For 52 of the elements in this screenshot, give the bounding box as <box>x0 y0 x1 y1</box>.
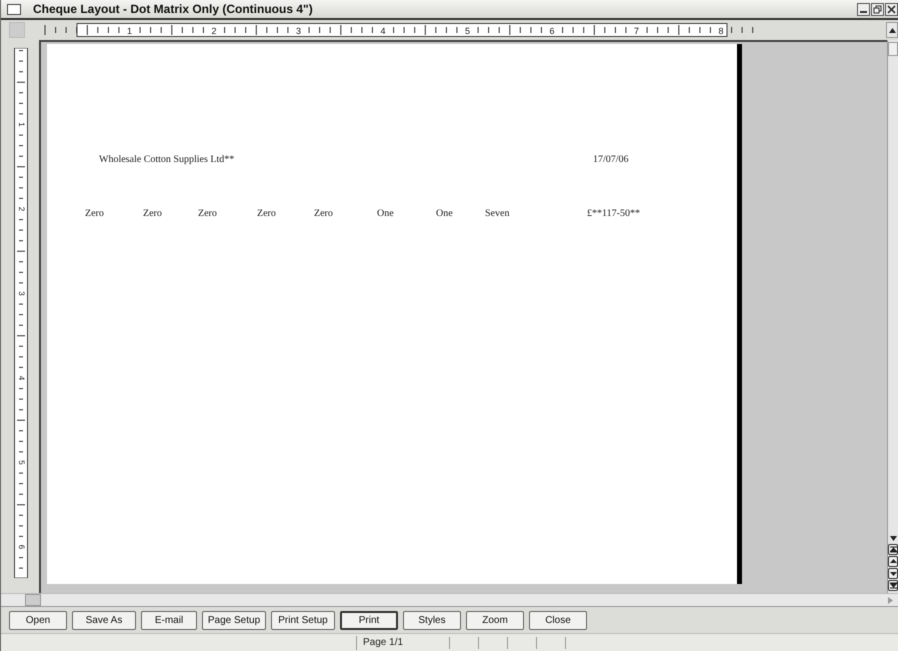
minimize-button[interactable] <box>857 2 870 16</box>
amount-word: One <box>377 208 394 219</box>
toolbar-button[interactable]: Zoom <box>466 610 524 630</box>
amount-text: £**117-50** <box>587 208 640 219</box>
ruler-number: 5 <box>16 460 26 465</box>
toolbar-button[interactable]: Open <box>9 610 67 630</box>
page-indicator: Page 1/1 <box>362 637 404 648</box>
amount-word: One <box>436 208 453 219</box>
ruler-number: 1 <box>16 122 26 127</box>
toolbar-button[interactable]: Styles <box>403 610 461 630</box>
ruler-number: 6 <box>550 26 554 36</box>
scroll-up-button[interactable] <box>886 22 898 38</box>
amount-word: Zero <box>143 208 162 219</box>
ruler-number: 3 <box>16 291 26 296</box>
amount-word: Zero <box>85 208 104 219</box>
scroll-thumb[interactable] <box>888 42 898 56</box>
toolbar-button[interactable]: Save As <box>72 610 136 630</box>
amount-word: Zero <box>198 208 217 219</box>
toolbar-button[interactable]: Print <box>340 610 398 630</box>
ruler-number: 2 <box>212 26 216 36</box>
restore-icon <box>873 4 882 14</box>
arrow-up-icon <box>888 28 896 32</box>
previous-page-icon[interactable] <box>888 556 898 567</box>
ruler-number: 1 <box>127 26 132 36</box>
toolbar-button[interactable]: E-mail <box>141 610 197 630</box>
payee-text: Wholesale Cotton Supplies Ltd** <box>99 154 234 165</box>
toolbar-button[interactable]: Close <box>529 610 587 630</box>
date-text: 17/07/06 <box>593 154 629 165</box>
amount-word: Seven <box>485 208 510 219</box>
scroll-down-icon[interactable] <box>888 536 898 543</box>
last-page-icon[interactable] <box>888 580 898 591</box>
close-button[interactable] <box>885 2 898 16</box>
ruler-number: 7 <box>634 26 639 36</box>
toolbar-button[interactable]: Print Setup <box>271 610 335 630</box>
next-page-icon[interactable] <box>888 568 898 579</box>
amount-word: Zero <box>314 208 333 219</box>
ruler-number: 3 <box>296 26 301 36</box>
ruler-number: 4 <box>16 376 26 380</box>
amount-word: Zero <box>257 208 276 219</box>
minimize-icon <box>860 10 867 12</box>
toolbar-button[interactable]: Page Setup <box>202 610 266 630</box>
ruler-number: 6 <box>16 544 26 550</box>
window-icon <box>7 4 21 14</box>
ruler-number: 2 <box>16 206 26 212</box>
window-title: Cheque Layout - Dot Matrix Only (Continuous 4") <box>33 2 314 16</box>
first-page-icon[interactable] <box>888 544 898 555</box>
close-icon <box>887 4 896 14</box>
ruler-number: 8 <box>718 26 724 36</box>
restore-button[interactable] <box>871 2 884 16</box>
ruler-corner <box>9 22 25 38</box>
ruler-number: 5 <box>465 26 470 36</box>
ruler-number: 4 <box>380 26 386 36</box>
